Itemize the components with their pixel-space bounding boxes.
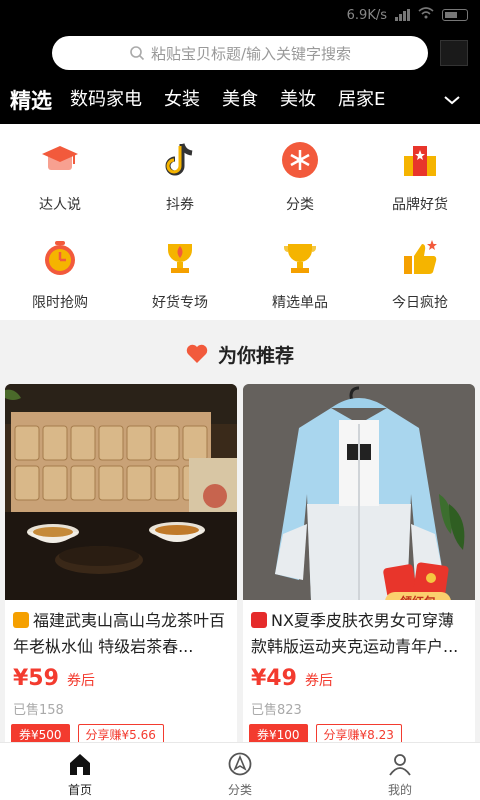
status-bar: 6.9K/s <box>0 0 480 30</box>
wifi-icon <box>418 7 434 23</box>
header: 粘贴宝贝标题/输入关键字搜索 精选 数码家电 女装 美食 美妆 居家E <box>0 30 480 124</box>
product-image-tea <box>5 384 237 600</box>
category-circle-icon <box>278 138 322 182</box>
red-packet-badge[interactable]: 领红包 <box>381 560 455 600</box>
category-tabs: 精选 数码家电 女装 美食 美妆 居家E <box>0 82 480 118</box>
tab-food[interactable]: 美食 <box>222 85 258 115</box>
entry-douyin-coupon[interactable]: 抖券 <box>120 124 240 222</box>
price-row: ¥49 券后 <box>243 660 475 691</box>
after-coupon-label: 券后 <box>66 673 95 689</box>
entry-flash-sale[interactable]: 限时抢购 <box>0 222 120 320</box>
entry-expert[interactable]: 达人说 <box>0 124 120 222</box>
user-icon <box>389 754 411 776</box>
product-price: ¥49 <box>251 666 297 691</box>
thumbs-up-icon <box>398 236 442 280</box>
product-title[interactable]: NX夏季皮肤衣男女可穿薄款韩版运动夹克运动青年户... <box>243 600 475 660</box>
tab-womens[interactable]: 女装 <box>164 85 200 115</box>
search-bar[interactable]: 粘贴宝贝标题/输入关键字搜索 <box>52 36 428 70</box>
tab-digital[interactable]: 数码家电 <box>70 85 142 115</box>
tab-home[interactable]: 居家E <box>338 85 385 115</box>
sold-count: 已售823 <box>251 703 302 718</box>
battery-icon <box>442 9 468 21</box>
recommend-title: 为你推荐 <box>217 344 294 367</box>
sold-count: 已售158 <box>13 703 64 718</box>
product-image-jacket: 领红包 <box>243 384 475 600</box>
product-title[interactable]: 福建武夷山高山乌龙茶叶百年老枞水仙 特级岩茶春... <box>5 600 237 660</box>
entry-brand-goods[interactable]: 品牌好货 <box>360 124 480 222</box>
heart-icon <box>186 344 208 363</box>
nav-mine[interactable]: 我的 <box>320 743 480 800</box>
product-tags: 券¥100 分享赚¥8.23 <box>243 718 475 745</box>
after-coupon-label: 券后 <box>304 673 333 689</box>
bottom-nav: 首页 分类 我的 <box>0 742 480 800</box>
alarm-clock-icon <box>38 236 82 280</box>
entry-today-rush[interactable]: 今日疯抢 <box>360 222 480 320</box>
entry-good-goods[interactable]: 好货专场 <box>120 222 240 320</box>
tab-beauty[interactable]: 美妆 <box>280 85 316 115</box>
signal-icon <box>395 9 410 21</box>
chevron-down-icon[interactable] <box>442 90 462 110</box>
trophy-fire-icon <box>158 236 202 280</box>
taobao-source-icon <box>13 612 29 628</box>
app-root: 6.9K/s 粘贴宝贝标题/输入关键字搜索 精选 数码家电 女装 美食 美妆 居… <box>0 0 480 800</box>
message-icon[interactable] <box>440 40 468 66</box>
home-icon <box>70 754 90 775</box>
tiktok-icon <box>158 138 202 182</box>
product-tags: 券¥500 分享赚¥5.66 <box>5 718 237 745</box>
product-card[interactable]: 福建武夷山高山乌龙茶叶百年老枞水仙 特级岩茶春... ¥59 券后 已售158 … <box>5 384 237 754</box>
search-placeholder: 粘贴宝贝标题/输入关键字搜索 <box>150 44 352 63</box>
tmall-source-icon <box>251 612 267 628</box>
brand-box-icon <box>398 138 442 182</box>
nav-home[interactable]: 首页 <box>0 743 160 800</box>
quick-entry-grid: 达人说 抖券 分类 品牌好货 限时抢购 好货专场 精选单品 今日疯抢 <box>0 124 480 320</box>
recommend-header: 为你推荐 <box>0 334 480 374</box>
graduation-cap-icon <box>38 138 82 182</box>
search-icon <box>130 46 145 61</box>
trophy-icon <box>278 236 322 280</box>
network-speed: 6.9K/s <box>346 7 387 23</box>
entry-selected-items[interactable]: 精选单品 <box>240 222 360 320</box>
product-card[interactable]: 领红包 NX夏季皮肤衣男女可穿薄款韩版运动夹克运动青年户... ¥49 券后 已… <box>243 384 475 754</box>
nav-category[interactable]: 分类 <box>160 743 320 800</box>
tab-featured[interactable]: 精选 <box>10 85 52 115</box>
entry-category[interactable]: 分类 <box>240 124 360 222</box>
red-packet-label: 领红包 <box>385 592 451 600</box>
product-price: ¥59 <box>13 666 59 691</box>
compass-icon <box>228 752 252 776</box>
price-row: ¥59 券后 <box>5 660 237 691</box>
